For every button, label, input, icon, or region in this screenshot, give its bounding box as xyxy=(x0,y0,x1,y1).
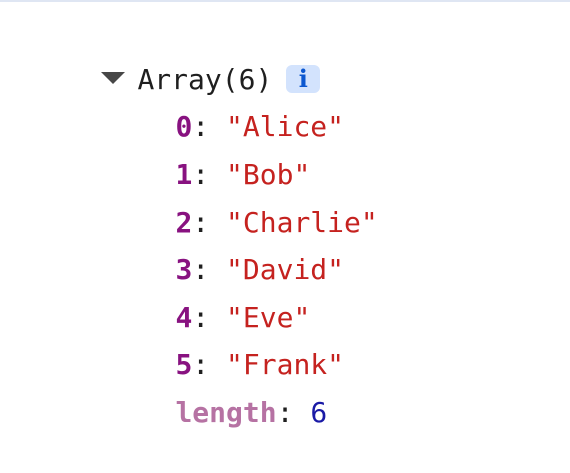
array-item[interactable]: 4: "Eve" xyxy=(108,258,310,334)
array-item[interactable]: 0: "Alice" xyxy=(108,67,344,143)
length-key: length xyxy=(175,396,277,429)
array-item[interactable]: 1: "Bob" xyxy=(108,115,310,191)
array-item[interactable]: 3: "David" xyxy=(108,210,344,286)
array-header[interactable]: Array(6) i xyxy=(34,19,321,96)
array-length[interactable]: length: 6 xyxy=(108,353,327,429)
console-output: Array(6) i 0: "Alice" 1: "Bob" 2: "Charli… xyxy=(0,0,570,429)
array-item[interactable]: 2: "Charlie" xyxy=(108,163,377,239)
length-colon: : xyxy=(276,396,311,429)
length-value: 6 xyxy=(310,396,328,429)
array-item[interactable]: 5: "Frank" xyxy=(108,305,344,381)
